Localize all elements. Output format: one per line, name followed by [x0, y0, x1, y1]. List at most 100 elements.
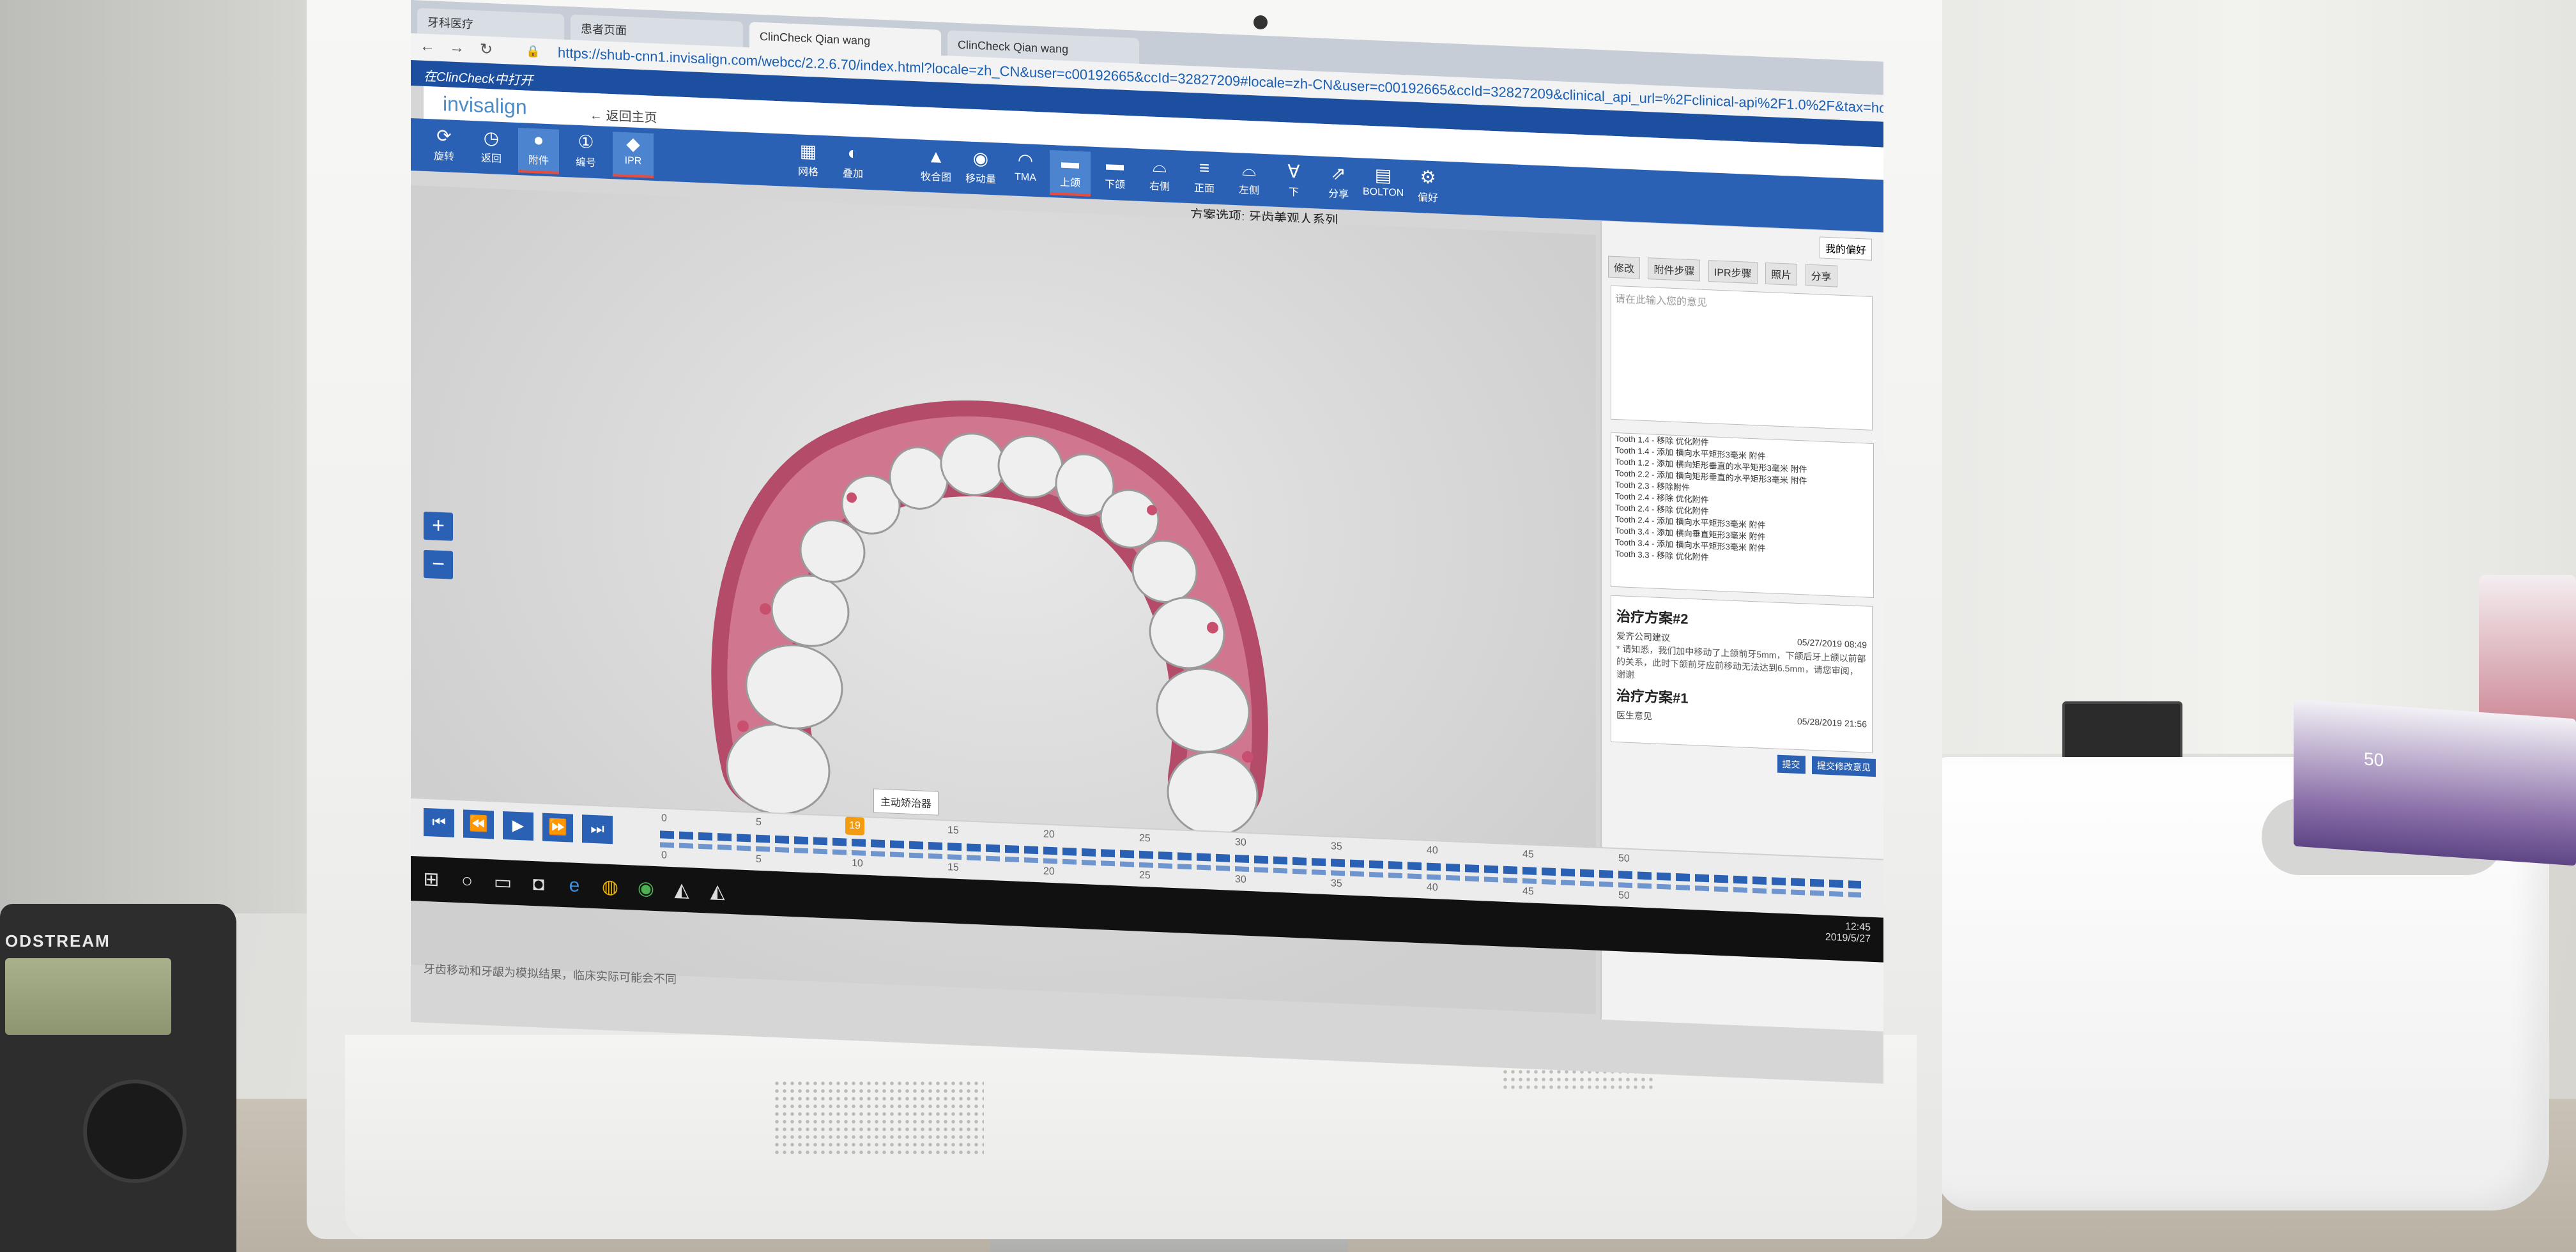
occlusion-icon: ▲: [927, 146, 945, 167]
overlay-icon: ◐: [847, 142, 859, 164]
phone-dpad: [83, 1080, 187, 1183]
treatment-plans: 治疗方案#2 爱齐公司建议 05/27/2019 08:49 * 请知悉，我们加…: [1611, 595, 1873, 753]
tick-label: 15: [947, 862, 959, 873]
left-view-button[interactable]: ⌓ 左侧: [1229, 158, 1269, 202]
side-tabs: 修改 附件步骤 IPR步骤 照片 分享: [1608, 256, 1843, 287]
lock-icon: 🔒: [526, 44, 540, 58]
tick-label: 40: [1427, 844, 1438, 857]
phone-brand: ODSTREAM: [5, 931, 111, 950]
tooth: [726, 723, 831, 815]
rotate-icon: ⟳: [436, 125, 452, 146]
tick-label: 0: [661, 813, 667, 824]
tick-label: 20: [1043, 828, 1055, 841]
tick-label: 5: [756, 816, 762, 828]
tick-label: 0: [661, 850, 667, 861]
play-button[interactable]: ▶: [503, 811, 533, 841]
bottom-view-button[interactable]: ∀ 下: [1273, 160, 1314, 204]
tick-label: 25: [1139, 869, 1151, 882]
current-stage-marker[interactable]: 19: [845, 816, 864, 836]
webcam: [1254, 15, 1268, 29]
plan-actions: 提交 提交修改意见: [1774, 754, 1876, 777]
clincheck-icon[interactable]: ◭: [668, 876, 696, 905]
tick-label: 45: [1522, 848, 1534, 860]
right-view-button[interactable]: ⌓ 右侧: [1139, 154, 1180, 198]
lower-jaw-button[interactable]: ▬ 下颌: [1094, 152, 1135, 196]
screen: 牙科医疗 患者页面 ClinCheck Qian wang ClinCheck …: [411, 0, 1883, 1084]
lower-jaw-icon: ▬: [1106, 153, 1124, 174]
attachment-icon: ●: [533, 130, 544, 150]
tick-label: 40: [1427, 882, 1438, 894]
left-view-icon: ⌓: [1241, 159, 1257, 180]
desk-phone: [0, 904, 236, 1252]
tab-share[interactable]: 分享: [1805, 264, 1837, 287]
tma-icon: ◠: [1017, 149, 1034, 171]
tick-label: 5: [756, 853, 762, 866]
clincheck-icon-2[interactable]: ◭: [703, 877, 732, 906]
phone-screen: [5, 958, 171, 1035]
tick-label: 10: [852, 857, 863, 869]
medicom-box: 50: [2294, 699, 2576, 866]
tick-label: 50: [1618, 890, 1630, 901]
movement-button[interactable]: ◉ 移动量: [960, 146, 1001, 190]
tooth: [1100, 489, 1160, 549]
movement-icon: ◉: [972, 148, 989, 169]
tab-ipr-steps[interactable]: IPR步骤: [1708, 260, 1758, 284]
first-stage-button[interactable]: ⏮: [424, 807, 454, 837]
edge-icon[interactable]: e: [560, 871, 588, 901]
number-icon: ①: [578, 131, 594, 153]
attachment-button[interactable]: ● 附件: [518, 128, 559, 174]
invisalign-logo: invisalign: [443, 92, 527, 119]
bottom-view-icon: ∀: [1287, 161, 1300, 182]
bolton-button[interactable]: ▤ BOLTON: [1363, 163, 1404, 207]
chrome-icon[interactable]: ◍: [596, 873, 624, 902]
tab-attachment-steps[interactable]: 附件步骤: [1648, 257, 1701, 282]
wall-right: [1917, 0, 2576, 754]
camera-icon[interactable]: ◘: [525, 869, 553, 899]
modification-log[interactable]: Tooth 1.4 - 移除 优化附件 Tooth 1.4 - 添加 横向水平矩…: [1611, 432, 1874, 598]
tooth: [889, 446, 949, 510]
front-view-button[interactable]: ≡ 正面: [1184, 156, 1225, 200]
occlusion-button[interactable]: ▲ 牧合图: [916, 144, 956, 188]
diamond-icon: ◆: [626, 134, 640, 155]
search-icon[interactable]: ○: [453, 867, 481, 896]
tick-label: 15: [947, 825, 959, 836]
back-to-home-link[interactable]: ← 返回主页: [590, 105, 657, 126]
submit-modification-button[interactable]: 提交修改意见: [1812, 756, 1876, 777]
tick-label: 35: [1331, 878, 1342, 890]
tick-label: 50: [1618, 853, 1630, 864]
upper-jaw-icon: ▬: [1061, 151, 1079, 172]
back-icon[interactable]: ←: [420, 38, 435, 56]
app-icon[interactable]: ◉: [632, 874, 660, 904]
next-stage-button[interactable]: ⏩: [542, 813, 573, 843]
prev-stage-button[interactable]: ⏪: [463, 809, 494, 839]
preferences-button[interactable]: ⚙ 偏好: [1407, 165, 1448, 209]
reload-icon[interactable]: ↻: [480, 40, 493, 59]
rotate-button[interactable]: ⟳ 旋转: [424, 124, 464, 168]
tick-label: 45: [1522, 885, 1534, 897]
tab-modify[interactable]: 修改: [1608, 256, 1641, 279]
forward-icon[interactable]: →: [449, 39, 464, 57]
windows-start-icon[interactable]: ⊞: [417, 865, 445, 894]
open-in-clincheck-link[interactable]: 在ClinCheck中打开: [424, 66, 533, 89]
upper-jaw-button[interactable]: ▬ 上颌: [1050, 149, 1091, 197]
calculator-icon: ▤: [1374, 165, 1392, 186]
ipr-button[interactable]: ◆ IPR: [613, 132, 654, 178]
clock: 12:45 2019/5/27: [1825, 920, 1871, 945]
comment-input[interactable]: 请在此输入您的意见: [1611, 285, 1873, 431]
history-icon: ◷: [483, 127, 500, 148]
last-stage-button[interactable]: ⏭: [582, 814, 613, 844]
submit-button[interactable]: 提交: [1777, 754, 1805, 774]
return-button[interactable]: ◷ 返回: [471, 126, 512, 170]
number-button[interactable]: ① 编号: [565, 130, 606, 174]
grid-button[interactable]: ▦ 网格: [788, 139, 829, 183]
overlay-button[interactable]: ◐ 叠加: [832, 141, 873, 185]
tab-photos[interactable]: 照片: [1765, 262, 1798, 286]
clock-date: 2019/5/27: [1825, 931, 1871, 945]
wall-left: [0, 0, 332, 913]
my-preferences-button[interactable]: 我的偏好: [1819, 236, 1872, 261]
tick-label: 30: [1235, 837, 1246, 848]
right-view-icon: ⌓: [1152, 155, 1167, 176]
share-button[interactable]: ⇗ 分享: [1318, 162, 1359, 206]
task-view-icon[interactable]: ▭: [489, 868, 517, 897]
tma-button[interactable]: ◠ TMA: [1005, 148, 1046, 192]
